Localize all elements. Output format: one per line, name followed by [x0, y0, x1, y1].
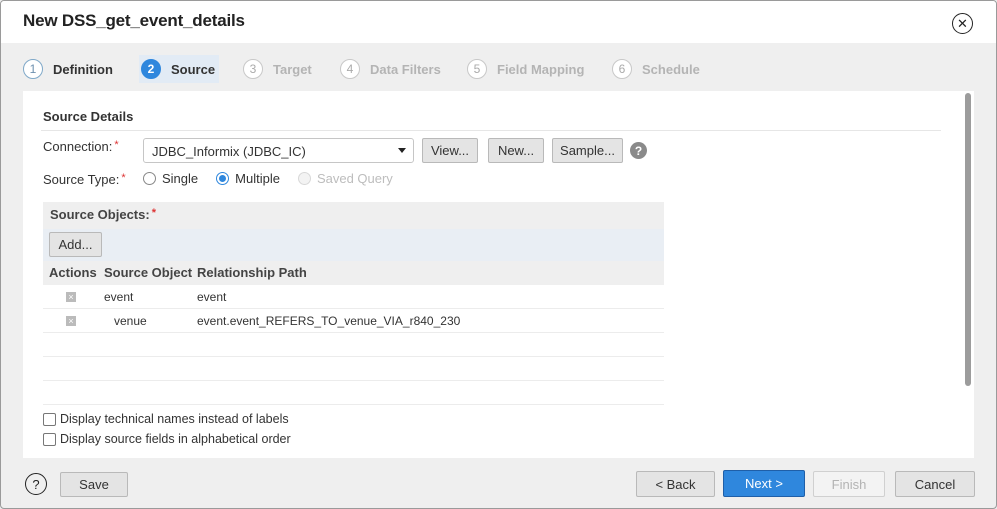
- step-label: Schedule: [642, 61, 700, 77]
- delete-icon[interactable]: ×: [66, 292, 76, 302]
- step-number: 6: [612, 59, 632, 79]
- step-label: Definition: [53, 61, 113, 77]
- empty-row: [43, 357, 664, 381]
- step-number: 5: [467, 59, 487, 79]
- vertical-scrollbar[interactable]: [965, 93, 971, 386]
- new-connection-button[interactable]: New...: [488, 138, 544, 163]
- radio-circle: [297, 172, 311, 185]
- step-label: Field Mapping: [497, 61, 585, 77]
- source-objects-header: Source Objects: *: [43, 202, 664, 229]
- step-source[interactable]: 2 Source: [139, 55, 220, 83]
- radio-circle: [216, 172, 230, 185]
- help-icon[interactable]: ?: [630, 142, 647, 159]
- delete-icon[interactable]: ×: [66, 316, 76, 326]
- dialog-title: New DSS_get_event_details: [23, 11, 245, 30]
- cancel-button[interactable]: Cancel: [895, 471, 975, 497]
- save-button[interactable]: Save: [60, 472, 128, 497]
- column-header-source-object: Source Object: [104, 265, 193, 280]
- checkbox-label: Display technical names instead of label…: [60, 412, 289, 426]
- source-objects-label: Source Objects:: [50, 207, 150, 222]
- dialog-header: New DSS_get_event_details ✕: [1, 1, 996, 43]
- section-title: Source Details: [43, 109, 134, 124]
- chevron-down-icon: [398, 148, 406, 153]
- connection-select[interactable]: JDBC_Informix (JDBC_IC): [143, 138, 414, 163]
- sample-button[interactable]: Sample...: [552, 138, 623, 163]
- connection-label-text: Connection:: [43, 139, 113, 154]
- column-header-actions: Actions: [49, 265, 97, 280]
- radio-circle: [143, 172, 156, 185]
- help-icon[interactable]: ?: [25, 473, 47, 495]
- source-panel: Source Details Connection: * JDBC_Informi…: [23, 91, 974, 458]
- checkbox[interactable]: [43, 432, 56, 446]
- table-header: Actions Source Object Relationship Path: [43, 261, 664, 285]
- required-mark: *: [114, 139, 119, 151]
- relationship-path-cell: event.event_REFERS_TO_venue_VIA_r840_230: [197, 314, 461, 328]
- back-button[interactable]: < Back: [636, 471, 715, 497]
- next-button[interactable]: Next >: [723, 470, 805, 497]
- radio-multiple[interactable]: Multiple: [216, 171, 280, 186]
- radio-label: Saved Query: [316, 171, 393, 186]
- source-objects-section: Source Objects: * Add... Actions Source O…: [43, 202, 664, 405]
- empty-row: [43, 381, 664, 405]
- step-definition[interactable]: 1 Definition: [23, 55, 117, 83]
- checkbox-label: Display source fields in alphabetical or…: [60, 432, 291, 446]
- technical-names-checkbox[interactable]: Display technical names instead of label…: [43, 412, 289, 426]
- radio-label: Multiple: [235, 171, 280, 186]
- empty-row: [43, 333, 664, 357]
- close-icon[interactable]: ✕: [952, 13, 973, 34]
- source-type-radio-group: Single Multiple Saved Query: [143, 171, 411, 186]
- required-mark: *: [151, 207, 156, 219]
- step-number: 1: [23, 59, 43, 79]
- source-objects-toolbar: Add...: [43, 229, 664, 261]
- step-number: 4: [340, 59, 360, 79]
- connection-label: Connection: *: [43, 139, 119, 154]
- step-field-mapping: 5 Field Mapping: [467, 55, 588, 83]
- step-number: 2: [141, 59, 161, 79]
- table-row: × venue event.event_REFERS_TO_venue_VIA_…: [43, 309, 664, 333]
- source-type-label-text: Source Type:: [43, 172, 120, 187]
- source-type-label: Source Type: *: [43, 172, 126, 187]
- source-object-cell: event: [104, 290, 134, 304]
- step-data-filters: 4 Data Filters: [340, 55, 445, 83]
- table-row: × event event: [43, 285, 664, 309]
- radio-label: Single: [162, 171, 199, 186]
- step-label: Data Filters: [370, 61, 441, 77]
- view-connection-button[interactable]: View...: [422, 138, 478, 163]
- step-target: 3 Target: [243, 55, 316, 83]
- finish-button: Finish: [813, 471, 885, 497]
- required-mark: *: [121, 172, 126, 184]
- checkbox[interactable]: [43, 412, 56, 426]
- step-number: 3: [243, 59, 263, 79]
- radio-saved-query: Saved Query: [297, 171, 393, 186]
- wizard-steps: 1 Definition 2 Source 3 Target 4 Data Fi…: [1, 43, 996, 91]
- step-label: Source: [171, 61, 216, 77]
- connection-value: JDBC_Informix (JDBC_IC): [152, 144, 306, 159]
- source-object-cell: venue: [114, 314, 147, 328]
- step-schedule: 6 Schedule: [612, 55, 704, 83]
- radio-single[interactable]: Single: [143, 171, 198, 186]
- alphabetical-order-checkbox[interactable]: Display source fields in alphabetical or…: [43, 432, 291, 446]
- step-label: Target: [273, 61, 312, 77]
- divider: [41, 130, 941, 131]
- add-source-object-button[interactable]: Add...: [49, 232, 102, 257]
- relationship-path-cell: event: [197, 290, 227, 304]
- column-header-relationship-path: Relationship Path: [197, 265, 307, 280]
- new-task-dialog: New DSS_get_event_details ✕ 1 Definition…: [0, 0, 997, 509]
